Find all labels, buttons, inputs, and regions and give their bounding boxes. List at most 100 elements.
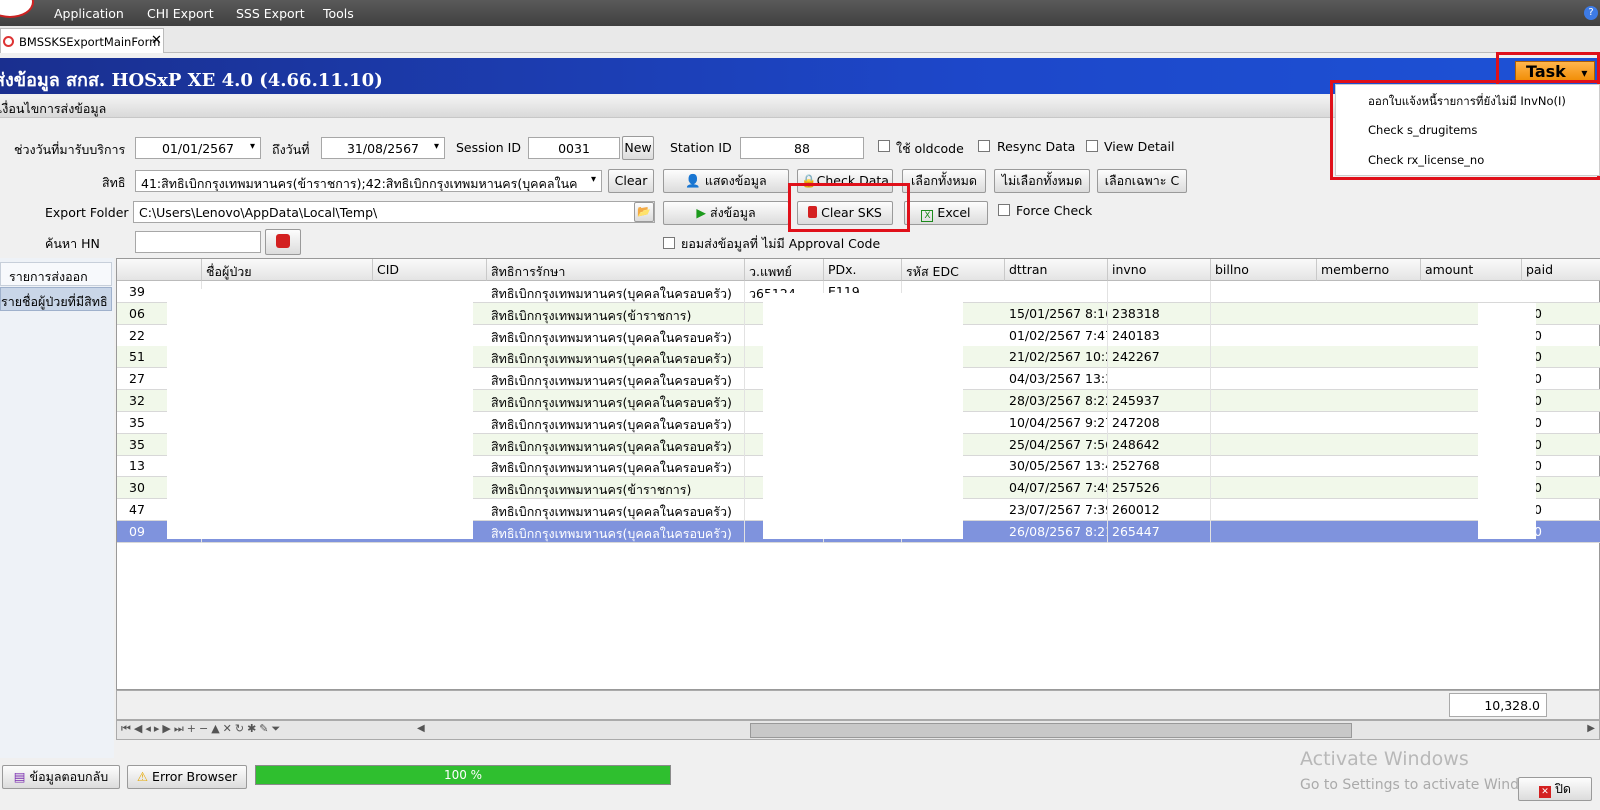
search-hn-input[interactable] xyxy=(135,231,261,253)
cell-dttran: 28/03/2567 8:22 xyxy=(1005,390,1108,412)
rights-label: สิทธิ xyxy=(102,175,126,190)
column-header[interactable]: amount xyxy=(1421,259,1522,281)
cell-right: สิทธิเบิกกรุงเทพมหานคร(บุคคลในครอบครัว) xyxy=(487,368,745,391)
select-all-button[interactable]: เลือกทั้งหมด xyxy=(902,169,986,193)
cell-right: สิทธิเบิกกรุงเทพมหานคร(บุคคลในครอบครัว) xyxy=(487,411,745,434)
progress-bar: 100 % xyxy=(255,765,671,785)
force-check-checkbox[interactable] xyxy=(998,204,1010,216)
cell-invno: 242267 xyxy=(1108,346,1211,369)
column-header[interactable]: สิทธิการรักษา xyxy=(487,259,745,281)
allow-no-approval-checkbox[interactable] xyxy=(663,237,675,249)
date-from-value: 01/01/2567 xyxy=(161,141,235,156)
nav-export-list[interactable]: รายการส่งออก xyxy=(0,262,112,286)
excel-icon: X xyxy=(921,210,934,222)
app-logo-icon[interactable] xyxy=(0,0,34,18)
search-hn-label: ค้นหา HN xyxy=(45,236,100,251)
column-header[interactable]: paid xyxy=(1522,259,1600,281)
column-header[interactable]: billno xyxy=(1211,259,1317,281)
column-header[interactable]: ว.แพทย์ xyxy=(745,259,824,281)
horizontal-scrollbar[interactable] xyxy=(750,723,1352,738)
view-detail-label: View Detail xyxy=(1104,139,1175,154)
cell-dttran: 30/05/2567 13:4 xyxy=(1005,455,1108,478)
session-id-label: Session ID xyxy=(456,140,521,155)
use-oldcode-label: ใช้ oldcode xyxy=(896,141,964,156)
nav-patient-list[interactable]: รายชื่อผู้ป่วยที่มีสิทธิ xyxy=(0,287,112,311)
menu-item-check-license[interactable]: Check rx_license_no xyxy=(1368,153,1484,167)
column-header[interactable]: dttran xyxy=(1005,259,1108,281)
cell-dttran: 10/04/2567 9:27 xyxy=(1005,411,1108,434)
menu-item-check-drugitems[interactable]: Check s_drugitems xyxy=(1368,123,1477,137)
cell-dttran: 23/07/2567 7:39 xyxy=(1005,499,1108,521)
help-icon[interactable]: ? xyxy=(1584,6,1598,20)
session-id-value: 0031 xyxy=(558,141,590,156)
clear-rights-button[interactable]: Clear xyxy=(608,169,654,193)
date-from-picker[interactable]: 01/01/2567 xyxy=(135,137,261,159)
column-header[interactable]: รหัส EDC xyxy=(902,259,1005,281)
date-range-label: ช่วงวันที่มารับบริการ xyxy=(14,142,126,157)
cell-right: สิทธิเบิกกรุงเทพมหานคร(บุคคลในครอบครัว) xyxy=(487,499,745,521)
scroll-left-icon[interactable]: ◀ xyxy=(417,723,425,734)
folder-open-icon[interactable]: 📂 xyxy=(634,202,654,222)
menu-application[interactable]: Application xyxy=(54,6,124,21)
station-id-label: Station ID xyxy=(670,140,732,155)
menu-item-invoice[interactable]: ออกใบแจ้งหนี้รายการที่ยังไม่มี InvNo(I) xyxy=(1368,93,1566,111)
amount-total: 10,328.0 xyxy=(1449,693,1547,717)
cell-right: สิทธิเบิกกรุงเทพมหานคร(ข้าราชการ) xyxy=(487,302,745,325)
menu-sss-export[interactable]: SSS Export xyxy=(236,6,305,21)
column-header[interactable]: ชื่อผู้ป่วย xyxy=(202,259,373,281)
scroll-right-icon[interactable]: ▶ xyxy=(1587,723,1595,734)
view-detail-checkbox[interactable] xyxy=(1086,140,1098,152)
column-header[interactable]: memberno xyxy=(1317,259,1421,281)
menu-chi-export[interactable]: CHI Export xyxy=(147,6,214,21)
navigator-icons[interactable]: ⏮◀◂▸▶⏭+−▲✕↻✱✎⏷ xyxy=(121,722,283,736)
column-header[interactable]: PDx. xyxy=(824,259,902,281)
export-folder-label: Export Folder xyxy=(45,205,129,220)
cell-dttran: 01/02/2567 7:47 xyxy=(1005,324,1108,347)
window-title: ส่งข้อมูล สกส. HOSxP XE 4.0 (4.66.11.10) xyxy=(0,70,383,91)
column-header[interactable]: CID xyxy=(373,259,487,281)
send-data-button[interactable]: ▶ ส่งข้อมูล xyxy=(663,201,789,225)
redaction-mask xyxy=(763,293,963,539)
export-folder-input[interactable]: C:\Users\Lenovo\AppData\Local\Temp\ xyxy=(133,201,655,223)
show-data-button[interactable]: 👤 แสดงข้อมูล xyxy=(663,169,789,193)
error-browser-button[interactable]: ⚠ Error Browser xyxy=(127,765,247,789)
left-nav: รายการส่งออก รายชื่อผู้ป่วยที่มีสิทธิ xyxy=(0,258,114,758)
cell-invno: 257526 xyxy=(1108,477,1211,500)
cell-right: สิทธิเบิกกรุงเทพมหานคร(บุคคลในครอบครัว) xyxy=(487,281,745,303)
cell-right: สิทธิเบิกกรุงเทพมหานคร(บุคคลในครอบครัว) xyxy=(487,324,745,347)
deselect-all-button[interactable]: ไม่เลือกทั้งหมด xyxy=(994,169,1090,193)
rights-dropdown[interactable]: 41:สิทธิเบิกกรุงเทพมหานคร(ข้าราชการ);42:… xyxy=(135,170,602,192)
session-id-input[interactable]: 0031 xyxy=(528,137,620,159)
excel-button[interactable]: X Excel xyxy=(904,201,988,225)
tab-main-form[interactable]: BMSSKSExportMainForm ✕ xyxy=(0,28,164,53)
date-to-label: ถึงวันที่ xyxy=(272,142,310,157)
excel-label: Excel xyxy=(937,205,971,220)
close-button[interactable]: ✕ ปิด xyxy=(1518,777,1592,801)
menu-tools[interactable]: Tools xyxy=(323,6,354,21)
cell-dttran: 25/04/2567 7:56 xyxy=(1005,433,1108,456)
cell-invno: 252768 xyxy=(1108,455,1211,478)
select-only-button[interactable]: เลือกเฉพาะ C xyxy=(1097,169,1187,193)
close-tab-icon[interactable]: ✕ xyxy=(151,33,162,48)
cell-right: สิทธิเบิกกรุงเทพมหานคร(ข้าราชการ) xyxy=(487,477,745,500)
cell-dttran: 15/01/2567 8:16 xyxy=(1005,302,1108,325)
play-icon: ▶ xyxy=(696,205,706,220)
form-icon xyxy=(3,36,14,47)
station-id-input[interactable]: 88 xyxy=(740,137,864,159)
cell-right: สิทธิเบิกกรุงเทพมหานคร(บุคคลในครอบครัว) xyxy=(487,390,745,412)
date-to-picker[interactable]: 31/08/2567 xyxy=(321,137,445,159)
resync-data-checkbox[interactable] xyxy=(978,140,990,152)
feedback-button[interactable]: ▤ ข้อมูลตอบกลับ xyxy=(2,765,120,789)
cell-right: สิทธิเบิกกรุงเทพมหานคร(บุคคลในครอบครัว) xyxy=(487,346,745,369)
list-icon: ▤ xyxy=(13,769,26,784)
use-oldcode-checkbox[interactable] xyxy=(878,140,890,152)
column-header[interactable]: invno xyxy=(1108,259,1211,281)
search-button[interactable] xyxy=(265,229,301,255)
new-session-button[interactable]: New xyxy=(622,136,654,160)
highlight-clear-sks xyxy=(788,183,910,232)
tab-label: BMSSKSExportMainForm xyxy=(19,35,161,49)
progress-text: 100 % xyxy=(443,768,483,782)
close-icon: ✕ xyxy=(1538,786,1551,798)
column-header[interactable] xyxy=(117,259,202,281)
resync-data-label: Resync Data xyxy=(997,139,1076,154)
